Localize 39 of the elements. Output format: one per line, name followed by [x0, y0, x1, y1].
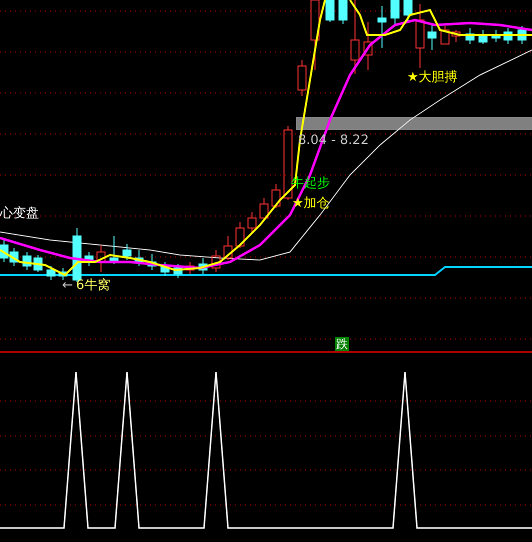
candlestick: [428, 24, 436, 50]
candlestick: [404, 0, 412, 22]
candlestick: [198, 258, 208, 274]
candlestick: [148, 254, 156, 270]
candlestick: [478, 30, 488, 44]
signal-label: 心变盘: [0, 206, 39, 221]
candlestick: [46, 266, 56, 280]
candlestick: [452, 30, 460, 42]
arrow-label: ←: [62, 278, 73, 293]
candlestick: [58, 268, 68, 280]
candlestick: [212, 250, 220, 272]
candlestick: [122, 244, 132, 260]
candlestick: [492, 30, 500, 42]
candlestick: [338, 0, 348, 24]
candlestick: [326, 0, 334, 22]
candlestick: [84, 252, 94, 266]
candlestick: [160, 262, 170, 276]
candlestick: [260, 198, 268, 220]
candlestick: [298, 60, 306, 96]
candlestick: [364, 22, 372, 70]
candlestick: [186, 262, 194, 274]
candlestick: [416, 4, 424, 68]
candlestick: [440, 26, 450, 44]
signal-label: 6牛窝: [76, 278, 110, 293]
candlestick: [224, 236, 232, 260]
signal-badge: 跌: [335, 337, 349, 351]
candlestick: [378, 6, 386, 48]
candlestick: [248, 212, 256, 232]
candlestick: [272, 184, 280, 208]
candlestick: [0, 240, 8, 262]
candlestick: [390, 0, 400, 26]
candlestick: [10, 248, 18, 266]
candlestick: [134, 250, 144, 266]
candlestick: [466, 28, 474, 44]
candlestick: [96, 244, 106, 272]
candlestick: [236, 222, 244, 248]
candlestick: [22, 252, 32, 270]
candlestick: [504, 28, 512, 44]
signal-label: ★大胆搏: [407, 70, 458, 85]
